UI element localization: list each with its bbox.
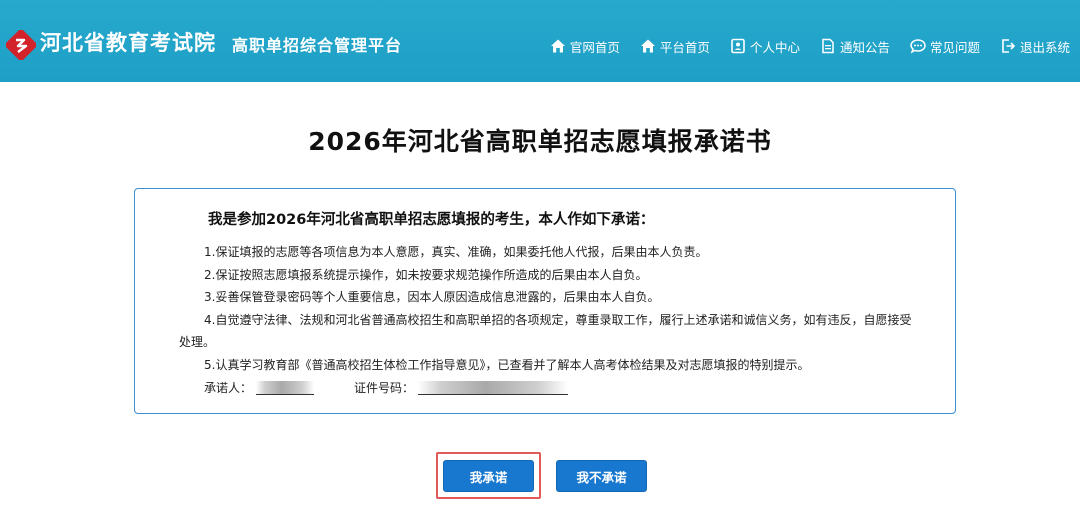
signer-name-redacted <box>256 380 315 395</box>
nav-label: 个人中心 <box>749 39 800 55</box>
document-icon <box>822 38 834 54</box>
pledge-box: 我是参加2026年河北省高职单招志愿填报的考生，本人作如下承诺： 1.保证填报的… <box>134 188 956 414</box>
home-icon <box>640 39 655 53</box>
nav-faq[interactable]: 常见问题 <box>910 37 980 56</box>
nav-notice[interactable]: 通知公告 <box>820 37 890 56</box>
nav-label: 通知公告 <box>839 39 890 55</box>
home-icon <box>550 39 565 53</box>
signer-label: 承诺人： <box>204 381 253 395</box>
top-header: 河北省教育考试院 高职单招综合管理平台 官网首页 平台首页 个人中心 通知公告 … <box>0 0 1080 82</box>
nav-label: 官网首页 <box>569 39 620 55</box>
id-label: 证件号码： <box>354 381 415 395</box>
signer-row: 承诺人： 证件号码： <box>204 379 569 396</box>
nav-label: 退出系统 <box>1019 39 1070 55</box>
nav-official-home[interactable]: 官网首页 <box>550 37 620 56</box>
pledge-heading: 我是参加2026年河北省高职单招志愿填报的考生，本人作如下承诺： <box>208 212 655 228</box>
pledge-item: 1.保证填报的志愿等各项信息为本人意愿，真实、准确，如果委托他人代报，后果由本人… <box>204 245 708 259</box>
id-number-redacted <box>418 380 569 395</box>
pledge-item: 3.妥善保管登录密码等个人重要信息，因本人原因造成信息泄露的，后果由本人自负。 <box>204 290 660 304</box>
pledge-list: 1.保证填报的志愿等各项信息为本人意愿，真实、准确，如果委托他人代报，后果由本人… <box>179 241 919 376</box>
platform-name: 高职单招综合管理平台 <box>232 36 403 55</box>
disagree-button[interactable]: 我不承诺 <box>556 460 647 492</box>
top-nav: 官网首页 平台首页 个人中心 通知公告 常见问题 退出系统 <box>530 36 1070 56</box>
chat-icon <box>910 39 926 54</box>
page-title: 2026年河北省高职单招志愿填报承诺书 <box>308 127 772 156</box>
nav-label: 常见问题 <box>929 39 980 55</box>
nav-logout[interactable]: 退出系统 <box>1000 37 1070 56</box>
nav-label: 平台首页 <box>659 39 710 55</box>
org-name: 河北省教育考试院 <box>40 31 216 55</box>
user-card-icon <box>731 38 745 54</box>
pledge-item: 2.保证按照志愿填报系统提示操作，如未按要求规范操作所造成的后果由本人自负。 <box>204 267 648 282</box>
logo-icon <box>6 30 36 60</box>
pledge-item: 4.自觉遵守法律、法规和河北省普通高校招生和高职单招的各项规定，尊重录取工作，履… <box>179 312 912 350</box>
pledge-item: 5.认真学习教育部《普通高校招生体检工作指导意见》，已查看并了解本人高考体检结果… <box>204 357 810 372</box>
nav-platform-home[interactable]: 平台首页 <box>640 37 710 56</box>
agree-button[interactable]: 我承诺 <box>443 460 534 492</box>
nav-personal-center[interactable]: 个人中心 <box>730 37 800 56</box>
logout-icon <box>1002 39 1016 53</box>
